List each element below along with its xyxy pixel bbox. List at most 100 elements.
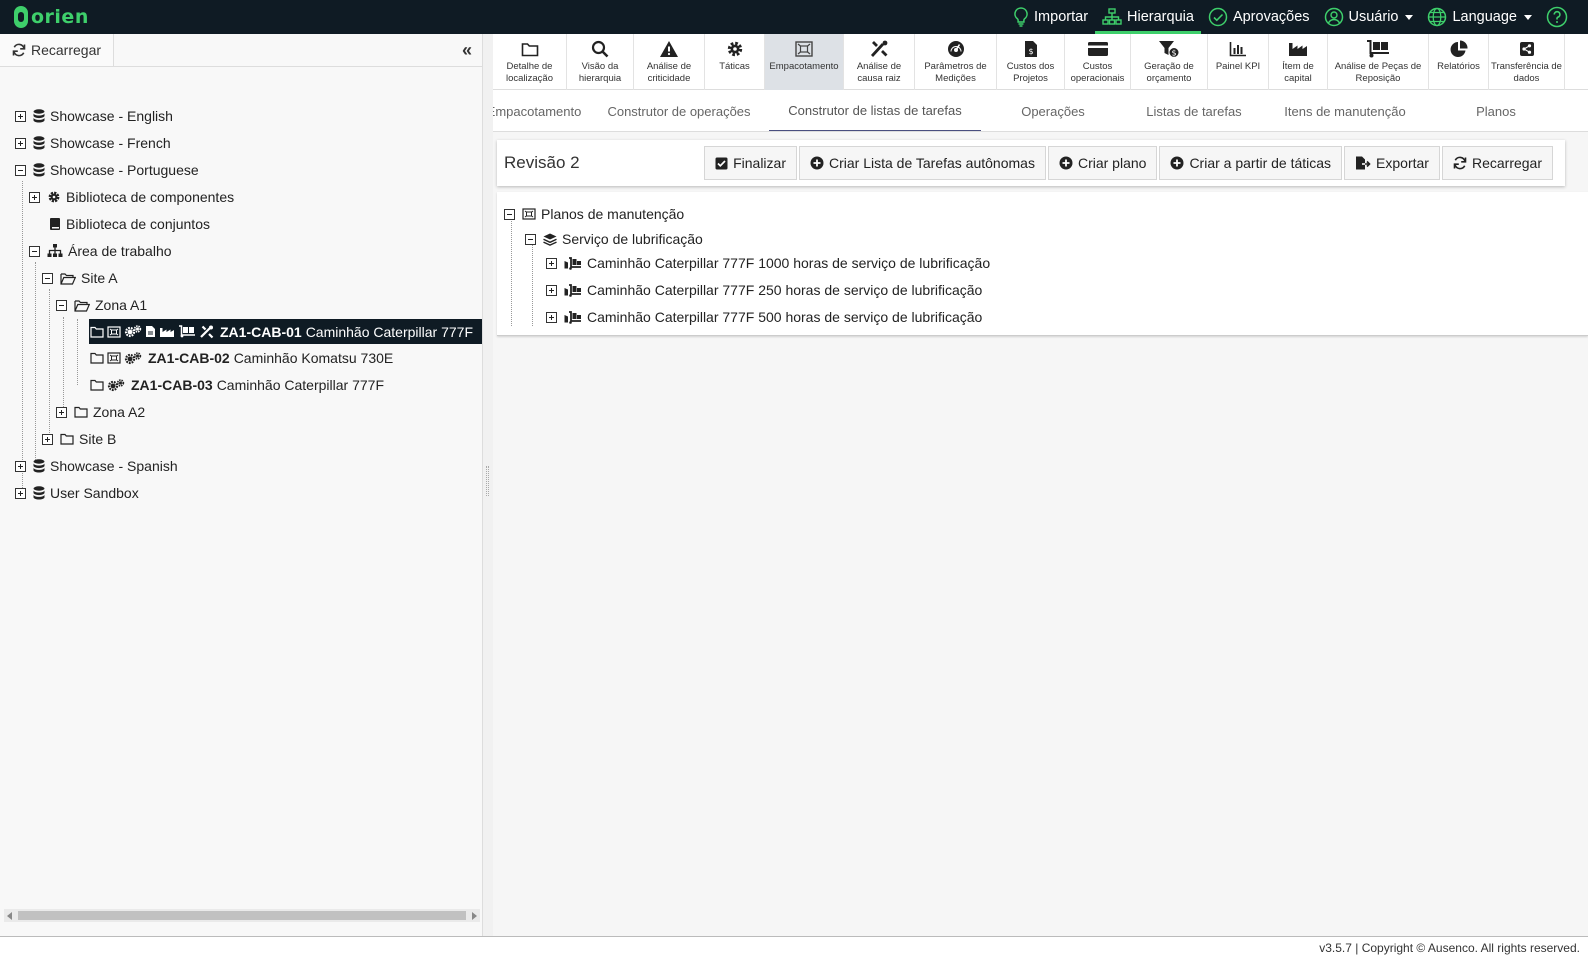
tree-node-site-b[interactable]: Site B: [42, 427, 116, 451]
module-item-capital[interactable]: Ítem de capital: [1269, 34, 1328, 90]
gears-icon: [124, 325, 142, 338]
tree-node-showcase-english[interactable]: Showcase - English: [15, 104, 173, 128]
tree-node-zona-a1[interactable]: Zona A1: [56, 293, 147, 317]
top-bar: orien Importar Hierarquia Aprovações Usu…: [0, 0, 1588, 34]
tree-node-za1-cab-03[interactable]: ZA1-CAB-03 Caminhão Caterpillar 777F: [90, 373, 384, 397]
tab-listas-tarefas[interactable]: Listas de tarefas: [1123, 90, 1265, 131]
expand-icon[interactable]: [15, 487, 26, 499]
module-analise-causa-raiz[interactable]: Análise de causa raiz: [844, 34, 915, 90]
invoice-icon: $: [1024, 39, 1038, 59]
finalize-button[interactable]: Finalizar: [704, 146, 797, 180]
expand-icon[interactable]: [56, 406, 67, 418]
collapse-icon[interactable]: [504, 208, 515, 220]
reload-hierarchy-button[interactable]: Recarregar: [0, 34, 115, 66]
tree-node-zona-a2[interactable]: Zona A2: [56, 400, 145, 424]
help-button[interactable]: [1539, 0, 1580, 34]
module-label: Custos dos Projetos: [1006, 61, 1055, 84]
scroll-left-icon[interactable]: [7, 912, 12, 920]
plan-item[interactable]: Caminhão Caterpillar 777F 1000 horas de …: [546, 251, 990, 275]
tree-node-za1-cab-02[interactable]: ZA1-CAB-02 Caminhão Komatsu 730E: [90, 346, 393, 370]
module-taticas[interactable]: Táticas: [705, 34, 765, 90]
reload-button[interactable]: Recarregar: [1441, 146, 1553, 180]
create-plan-button[interactable]: Criar plano: [1047, 146, 1158, 180]
module-parametros-medicoes[interactable]: Parâmetros de Medições: [915, 34, 997, 90]
collapse-icon[interactable]: [56, 299, 67, 311]
tree-node-user-sandbox[interactable]: User Sandbox: [15, 481, 139, 505]
nav-importar[interactable]: Importar: [1006, 0, 1095, 34]
create-from-tactics-button[interactable]: Criar a partir de táticas: [1159, 146, 1343, 180]
tree-node-showcase-portuguese[interactable]: Showcase - Portuguese: [15, 158, 199, 182]
dolly-icon: [1366, 39, 1390, 59]
module-label: Táticas: [719, 61, 750, 72]
tree-node-workspace[interactable]: Área de trabalho: [29, 239, 172, 263]
expand-icon[interactable]: [15, 137, 26, 149]
sitemap-icon: [47, 244, 63, 258]
module-custos-operacionais[interactable]: Custos operacionais: [1065, 34, 1131, 90]
module-label: Relatórios: [1437, 61, 1480, 72]
module-relatorios[interactable]: Relatórios: [1429, 34, 1489, 90]
nav-hierarquia[interactable]: Hierarquia: [1095, 0, 1201, 34]
create-standalone-task-list-button[interactable]: Criar Lista de Tarefas autônomas: [798, 146, 1046, 180]
expand-icon[interactable]: [546, 284, 557, 296]
module-label: Análise de Peças de Reposição: [1334, 61, 1422, 84]
plans-root-node[interactable]: Planos de manutenção: [504, 202, 684, 226]
tree-node-za1-cab-01[interactable]: ZA1-CAB-01 Caminhão Caterpillar 777F: [89, 319, 482, 344]
plan-item[interactable]: Caminhão Caterpillar 777F 250 horas de s…: [546, 278, 982, 302]
tree-node-label: Zona A2: [93, 404, 146, 420]
revision-title: Revisão 2: [504, 153, 580, 172]
collapse-panel-button[interactable]: «: [452, 34, 482, 66]
collapse-icon[interactable]: [29, 245, 40, 257]
plan-item[interactable]: Caminhão Caterpillar 777F 500 horas de s…: [546, 305, 982, 329]
tree-node-label: Showcase - Spanish: [50, 458, 178, 474]
nav-language[interactable]: Language: [1420, 0, 1539, 34]
expand-icon[interactable]: [29, 191, 40, 203]
module-geracao-orcamento[interactable]: $ Geração de orçamento: [1131, 34, 1208, 90]
tab-operacoes[interactable]: Operações: [983, 90, 1123, 131]
orien-logo[interactable]: orien: [14, 0, 89, 34]
tab-construtor-operacoes[interactable]: Construtor de operações: [587, 90, 771, 131]
module-visao-hierarquia[interactable]: Visão da hierarquia: [567, 34, 634, 90]
module-detalhe-localizacao[interactable]: Detalhe de localização: [493, 34, 567, 90]
collapse-icon[interactable]: [42, 272, 53, 284]
expand-icon[interactable]: [546, 311, 557, 323]
tab-construtor-listas-tarefas[interactable]: Construtor de listas de tarefas: [769, 90, 981, 131]
tab-planos[interactable]: Planos: [1425, 90, 1567, 131]
panel-splitter[interactable]: [483, 34, 493, 936]
nav-aprovacoes-label: Aprovações: [1232, 9, 1310, 25]
module-analise-pecas-reposicao[interactable]: Análise de Peças de Reposição: [1328, 34, 1429, 90]
scroll-right-icon[interactable]: [472, 912, 477, 920]
module-transferencia-dados[interactable]: Transferência de dados: [1489, 34, 1565, 90]
tree-node-label: Showcase - English: [50, 108, 173, 124]
finalize-label: Finalizar: [733, 155, 786, 171]
expand-icon[interactable]: [15, 460, 26, 472]
module-painel-kpi[interactable]: Painel KPI: [1208, 34, 1269, 90]
module-analise-criticidade[interactable]: Análise de criticidade: [634, 34, 705, 90]
nav-aprovacoes[interactable]: Aprovações: [1201, 0, 1317, 34]
expand-icon[interactable]: [15, 110, 26, 122]
module-toolbar: Detalhe de localização Visão da hierarqu…: [493, 34, 1588, 90]
refresh-icon: [12, 43, 26, 57]
tree-node-component-library[interactable]: Biblioteca de componentes: [29, 185, 234, 209]
expand-icon[interactable]: [546, 257, 557, 269]
horizontal-scrollbar[interactable]: [4, 909, 480, 922]
tree-node-site-a[interactable]: Site A: [42, 266, 118, 290]
nav-usuario[interactable]: Usuário: [1317, 0, 1421, 34]
tree-guide-line: [35, 262, 36, 460]
export-button[interactable]: Exportar: [1344, 146, 1440, 180]
tree-node-showcase-spanish[interactable]: Showcase - Spanish: [15, 454, 178, 478]
tree-node-showcase-french[interactable]: Showcase - French: [15, 131, 171, 155]
tree-node-assembly-library[interactable]: Biblioteca de conjuntos: [49, 212, 210, 236]
folder-open-icon: [60, 272, 76, 285]
module-custos-projetos[interactable]: $ Custos dos Projetos: [997, 34, 1065, 90]
tab-itens-manutencao[interactable]: Itens de manutenção: [1265, 90, 1425, 131]
expand-icon[interactable]: [42, 433, 53, 445]
asset-code: ZA1-CAB-01: [220, 323, 302, 340]
plans-group-node[interactable]: Serviço de lubrificação: [525, 227, 703, 251]
scrollbar-thumb[interactable]: [18, 911, 466, 920]
collapse-icon[interactable]: [525, 233, 536, 245]
collapse-icon[interactable]: [15, 164, 26, 176]
create-standalone-task-list-label: Criar Lista de Tarefas autônomas: [828, 155, 1035, 171]
truck-loading-icon: [564, 256, 582, 270]
pie-chart-icon: [1450, 39, 1468, 59]
module-empacotamento[interactable]: Empacotamento: [765, 34, 844, 90]
